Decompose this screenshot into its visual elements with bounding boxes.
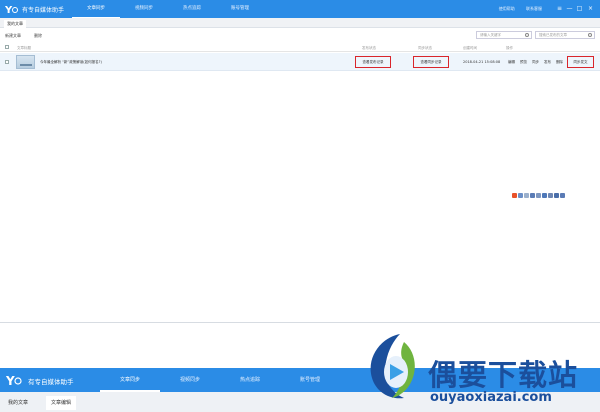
mic-icon[interactable] xyxy=(542,193,547,198)
title-bar: Y 有专自媒体助手 文章同步 视频同步 热点追踪 账号管理 使用帮助 联系客服 … xyxy=(0,0,600,18)
tools-icon[interactable] xyxy=(560,193,565,198)
search-icon[interactable] xyxy=(525,33,529,37)
sync-action[interactable]: 同步 xyxy=(532,60,539,65)
created-time: 2018-04-21 15:08:08 xyxy=(463,60,501,64)
punctuation-icon[interactable] xyxy=(524,193,529,198)
contact-service-link[interactable]: 联系客服 xyxy=(526,6,542,11)
bottom-tab-my-articles[interactable]: 我的文章 xyxy=(3,396,33,410)
delete-action[interactable]: 删除 xyxy=(556,60,563,65)
header-publish-status: 发布状态 xyxy=(362,46,376,50)
tab-my-articles[interactable]: 我的文章 xyxy=(4,20,26,28)
bottom-nav-hot-tracking[interactable]: 热点追踪 xyxy=(220,368,280,392)
user-icon[interactable] xyxy=(548,193,553,198)
bottom-tab-article-edit[interactable]: 文章编辑 xyxy=(46,396,77,410)
row-checkbox[interactable] xyxy=(5,60,9,64)
tab-bar: 我的文章 xyxy=(0,18,600,28)
article-search-input[interactable]: 搜索已发布的文章 xyxy=(535,31,595,39)
bottom-nav-article-sync[interactable]: 文章同步 xyxy=(100,368,160,392)
select-all-checkbox[interactable] xyxy=(5,45,9,49)
svg-text:Y: Y xyxy=(5,5,13,15)
bottom-app-title: 有专自媒体助手 xyxy=(28,378,74,386)
new-article-button[interactable]: 新建文章 xyxy=(5,33,21,39)
menu-icon[interactable]: ≡ xyxy=(556,5,563,12)
sogou-icon[interactable] xyxy=(512,193,517,198)
article-search-placeholder: 搜索已发布的文章 xyxy=(539,33,567,37)
table-row[interactable]: 今年最全解析 “新”政策解读(如何报名?) 查看发布记录 查看同步记录 2018… xyxy=(0,53,600,71)
header-sync-status: 同步状态 xyxy=(418,46,432,50)
keyboard-icon[interactable] xyxy=(536,193,541,198)
search-icon[interactable] xyxy=(588,33,592,37)
watermark-url: ouyaoxiazai.com xyxy=(430,390,552,405)
toolbar: 新建文章 删除 请输入关键字 搜索已发布的文章 xyxy=(0,28,600,42)
app-logo-icon: Y xyxy=(6,374,22,387)
delete-button[interactable]: 删除 xyxy=(34,33,42,39)
edit-action[interactable]: 编辑 xyxy=(508,60,515,65)
app-title: 有专自媒体助手 xyxy=(22,7,65,14)
sync-status-link[interactable]: 查看同步记录 xyxy=(413,56,449,68)
moon-icon[interactable] xyxy=(530,193,535,198)
header-actions: 操作 xyxy=(506,46,513,50)
minimize-icon[interactable]: — xyxy=(566,5,573,12)
nav-account-management[interactable]: 账号管理 xyxy=(216,0,264,18)
svg-text:Y: Y xyxy=(6,374,15,387)
watermark-title: 偶要下载站 xyxy=(428,358,579,392)
keyword-search-placeholder: 请输入关键字 xyxy=(480,33,501,37)
watermark-logo-icon xyxy=(370,334,415,399)
maximize-icon[interactable]: □ xyxy=(576,5,583,12)
bottom-nav-account-management[interactable]: 账号管理 xyxy=(280,368,340,392)
nav-article-sync[interactable]: 文章同步 xyxy=(72,0,120,18)
header-created-time: 创建时间 xyxy=(463,46,477,50)
bottom-nav-video-sync[interactable]: 视频同步 xyxy=(160,368,220,392)
publish-action[interactable]: 发布 xyxy=(544,60,551,65)
keyword-search-input[interactable]: 请输入关键字 xyxy=(476,31,532,39)
article-thumbnail xyxy=(16,55,35,69)
article-title[interactable]: 今年最全解析 “新”政策解读(如何报名?) xyxy=(40,60,102,65)
sync-publish-action[interactable]: 同步发文 xyxy=(567,56,594,68)
ime-toolbar xyxy=(512,193,566,201)
window-links: 使用帮助 联系客服 xyxy=(489,6,542,12)
help-link[interactable]: 使用帮助 xyxy=(499,6,515,11)
shirt-icon[interactable] xyxy=(554,193,559,198)
publish-status-link[interactable]: 查看发布记录 xyxy=(355,56,391,68)
chinese-input-icon[interactable] xyxy=(518,193,523,198)
header-title: 文章标题 xyxy=(17,46,31,50)
nav-video-sync[interactable]: 视频同步 xyxy=(120,0,168,18)
watermark: 偶要下载站 ouyaoxiazai.com xyxy=(360,322,600,412)
nav-hot-tracking[interactable]: 热点追踪 xyxy=(168,0,216,18)
table-header: 文章标题 发布状态 同步状态 创建时间 操作 xyxy=(0,43,600,52)
preview-action[interactable]: 预览 xyxy=(520,60,527,65)
app-logo-icon: Y xyxy=(5,5,18,15)
close-icon[interactable]: × xyxy=(587,5,594,12)
